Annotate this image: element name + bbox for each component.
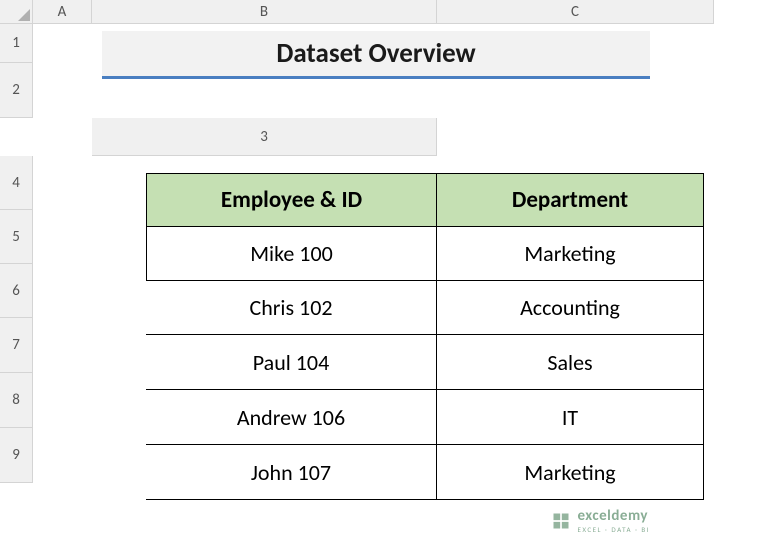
table-cell[interactable]: Accounting: [437, 280, 704, 335]
row-header-1[interactable]: 1: [0, 24, 33, 63]
data-table: Employee & ID Department Mike 100 Market…: [146, 173, 704, 500]
cell-a6[interactable]: [33, 264, 92, 318]
table-cell[interactable]: Chris 102: [146, 280, 437, 335]
select-all-corner[interactable]: [0, 0, 33, 24]
cell-a1[interactable]: [33, 24, 92, 63]
cell-a4[interactable]: [33, 156, 92, 210]
row-header-4[interactable]: 4: [0, 156, 33, 210]
table-cell[interactable]: Paul 104: [146, 334, 437, 390]
col-header-b[interactable]: B: [92, 0, 437, 24]
table-header-department[interactable]: Department: [437, 173, 704, 227]
cell-a8[interactable]: [33, 373, 92, 428]
watermark-logo: exceldemy EXCEL · DATA · BI: [551, 509, 650, 533]
table-cell[interactable]: Mike 100: [146, 226, 437, 281]
row-header-8[interactable]: 8: [0, 373, 33, 428]
page-title: Dataset Overview: [102, 31, 650, 79]
row-header-2[interactable]: 2: [0, 63, 33, 118]
table-cell[interactable]: IT: [437, 389, 704, 445]
watermark-tagline: EXCEL · DATA · BI: [577, 526, 650, 533]
table-cell[interactable]: John 107: [146, 444, 437, 500]
cell-a7[interactable]: [33, 318, 92, 373]
table-cell[interactable]: Andrew 106: [146, 389, 437, 445]
col-header-a[interactable]: A: [33, 0, 92, 24]
cell-a2[interactable]: [33, 63, 92, 118]
cell-c2[interactable]: [33, 118, 92, 156]
row-header-9[interactable]: 9: [0, 428, 33, 483]
logo-icon: [551, 511, 571, 531]
table-cell[interactable]: Marketing: [437, 226, 704, 281]
watermark-name: exceldemy: [577, 509, 650, 524]
table-cell[interactable]: Marketing: [437, 444, 704, 500]
cell-a3[interactable]: [437, 118, 714, 156]
table-cell[interactable]: Sales: [437, 334, 704, 390]
cell-a9[interactable]: [33, 428, 92, 483]
col-header-c[interactable]: C: [437, 0, 714, 24]
row-header-7[interactable]: 7: [0, 318, 33, 373]
row-header-3[interactable]: 3: [92, 118, 437, 156]
cell-a5[interactable]: [33, 210, 92, 264]
cell-b2[interactable]: [0, 118, 33, 156]
row-header-6[interactable]: 6: [0, 264, 33, 318]
table-header-employee[interactable]: Employee & ID: [146, 173, 437, 227]
row-header-5[interactable]: 5: [0, 210, 33, 264]
